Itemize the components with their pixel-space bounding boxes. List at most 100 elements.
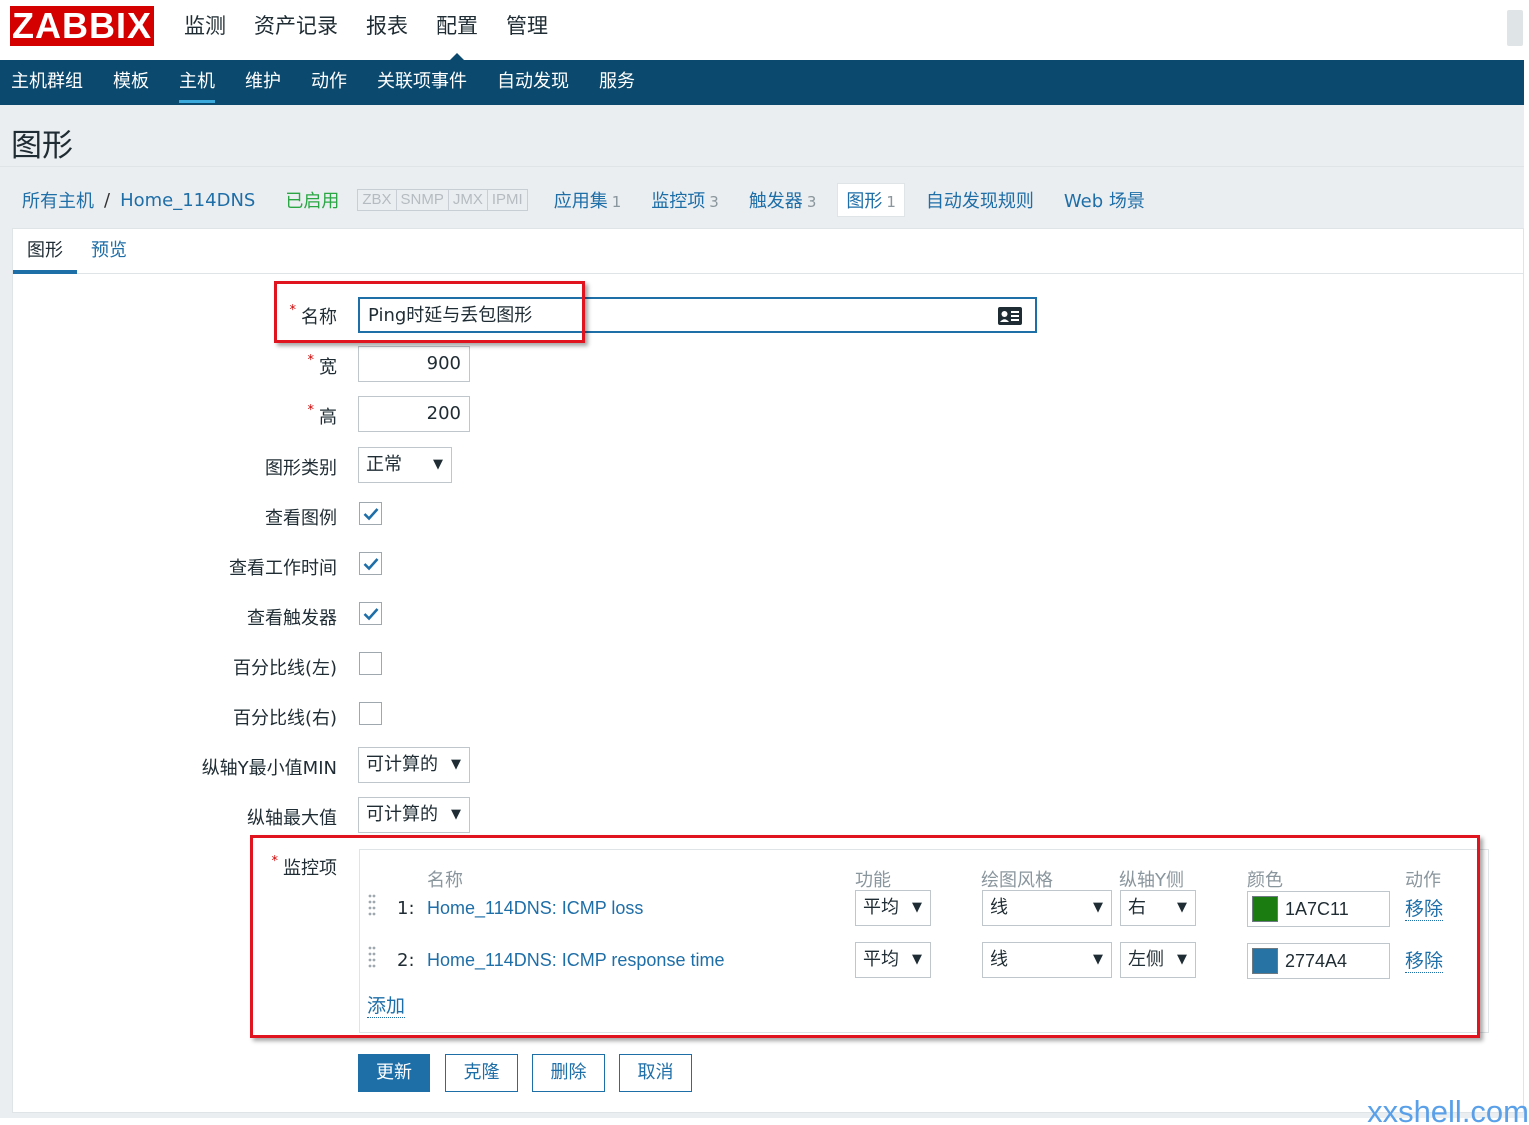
draw-style-select[interactable]: 线 ▼ xyxy=(982,890,1112,926)
cancel-button[interactable]: 取消 xyxy=(619,1054,692,1092)
dropdown-arrow-icon: ▼ xyxy=(433,457,443,472)
color-swatch[interactable] xyxy=(1252,948,1278,974)
width-input[interactable]: 900 xyxy=(358,346,470,382)
show-work-period-label: 查看工作时间 xyxy=(229,558,337,579)
host-link-graphs[interactable]: 图形 1 xyxy=(837,183,905,217)
drag-handle-icon[interactable] xyxy=(368,945,376,973)
function-select[interactable]: 平均 ▼ xyxy=(855,890,931,926)
delete-button[interactable]: 删除 xyxy=(532,1054,605,1092)
item-link-icmp-response-time[interactable]: Home_114DNS: ICMP response time xyxy=(427,950,724,971)
submenu-maintenance[interactable]: 维护 xyxy=(230,60,296,105)
scrollbar-thumb[interactable] xyxy=(1507,10,1523,46)
remove-link[interactable]: 移除 xyxy=(1405,950,1444,973)
ymax-select[interactable]: 可计算的 ▼ xyxy=(358,797,470,833)
checkmark-icon xyxy=(363,508,379,521)
show-legend-label: 查看图例 xyxy=(265,508,337,529)
availability-ipmi: IPMI xyxy=(491,191,523,208)
link-count: 1 xyxy=(886,193,896,211)
update-button[interactable]: 更新 xyxy=(358,1054,430,1092)
percentile-right-checkbox[interactable] xyxy=(359,702,382,725)
item-link-icmp-loss[interactable]: Home_114DNS: ICMP loss xyxy=(427,898,643,919)
header-draw-style: 绘图风格 xyxy=(981,870,1053,891)
graph-type-value: 正常 xyxy=(366,454,402,475)
height-label-text: 高 xyxy=(319,407,337,428)
clone-button[interactable]: 克隆 xyxy=(445,1054,518,1092)
link-label: 图形 xyxy=(846,191,883,212)
breadcrumb-all-hosts[interactable]: 所有主机 xyxy=(22,187,94,213)
menu-configuration[interactable]: 配置 xyxy=(422,0,492,61)
submenu-host-groups[interactable]: 主机群组 xyxy=(0,60,98,105)
percentile-left-checkbox[interactable] xyxy=(359,652,382,675)
host-status-badge[interactable]: 已启用 xyxy=(285,187,339,213)
id-card-icon[interactable] xyxy=(997,306,1023,326)
watermark: xxshell.com xyxy=(1367,1094,1529,1125)
page-title: 图形 xyxy=(11,128,73,164)
drag-handle-icon[interactable] xyxy=(368,893,376,921)
height-input[interactable]: 200 xyxy=(358,396,470,432)
tab-preview[interactable]: 预览 xyxy=(77,229,141,273)
menu-monitoring[interactable]: 监测 xyxy=(170,0,240,60)
function-select[interactable]: 平均 ▼ xyxy=(855,942,931,978)
dropdown-arrow-icon: ▼ xyxy=(451,757,461,772)
show-legend-checkbox[interactable] xyxy=(359,502,382,525)
availability-jmx: JMX xyxy=(449,190,488,210)
host-link-applications[interactable]: 应用集 1 xyxy=(554,187,622,213)
submenu-actions[interactable]: 动作 xyxy=(296,60,362,105)
color-swatch[interactable] xyxy=(1252,896,1278,922)
submenu-correlation[interactable]: 关联项事件 xyxy=(362,60,482,105)
header-y-axis-side: 纵轴Y侧 xyxy=(1119,870,1184,891)
dropdown-arrow-icon: ▼ xyxy=(1093,900,1103,915)
link-label: Web 场景 xyxy=(1063,191,1145,212)
checkmark-icon xyxy=(363,608,379,621)
host-link-web-scenarios[interactable]: Web 场景 xyxy=(1064,187,1145,213)
menu-inventory[interactable]: 资产记录 xyxy=(240,0,352,60)
graph-type-select[interactable]: 正常 ▼ xyxy=(358,447,452,483)
tab-graph[interactable]: 图形 xyxy=(13,229,77,274)
host-link-triggers[interactable]: 触发器 3 xyxy=(749,187,817,213)
items-label: * 监控项 xyxy=(272,854,338,880)
show-triggers-checkbox[interactable] xyxy=(359,602,382,625)
y-axis-side-select[interactable]: 右 ▼ xyxy=(1120,890,1196,926)
show-triggers-label: 查看触发器 xyxy=(247,608,337,629)
submenu-templates[interactable]: 模板 xyxy=(98,60,164,105)
dropdown-arrow-icon: ▼ xyxy=(1177,952,1187,967)
show-work-period-checkbox[interactable] xyxy=(359,552,382,575)
menu-reports[interactable]: 报表 xyxy=(352,0,422,60)
draw-style-select[interactable]: 线 ▼ xyxy=(982,942,1112,978)
name-label-text: 名称 xyxy=(301,307,337,328)
name-input[interactable]: Ping时延与丢包图形 xyxy=(358,297,1037,333)
link-count: 1 xyxy=(611,193,622,211)
host-link-discovery-rules[interactable]: 自动发现规则 xyxy=(926,187,1034,213)
zabbix-logo[interactable]: ZABBIX xyxy=(10,6,154,46)
y-axis-side-value: 左侧 xyxy=(1128,949,1164,970)
name-input-value: Ping时延与丢包图形 xyxy=(368,305,533,326)
color-picker[interactable]: 2774A4 xyxy=(1247,943,1390,979)
remove-link[interactable]: 移除 xyxy=(1405,898,1444,921)
host-link-items[interactable]: 监控项 3 xyxy=(651,187,719,213)
percentile-left-label: 百分比线(左) xyxy=(232,658,337,679)
submenu-hosts[interactable]: 主机 xyxy=(164,60,230,105)
row-number: 1: xyxy=(397,898,415,919)
submenu-services[interactable]: 服务 xyxy=(584,60,650,105)
color-picker[interactable]: 1A7C11 xyxy=(1247,891,1390,927)
divider xyxy=(0,166,1524,167)
function-value: 平均 xyxy=(863,897,899,918)
y-axis-side-select[interactable]: 左侧 ▼ xyxy=(1120,942,1196,978)
link-label: 触发器 xyxy=(748,191,803,212)
top-bar: ZABBIX 监测 资产记录 报表 配置 管理 xyxy=(0,0,1529,61)
height-label: * 高 xyxy=(308,403,338,429)
dropdown-arrow-icon: ▼ xyxy=(1093,952,1103,967)
availability-snmp: SNMP xyxy=(397,190,449,210)
draw-style-value: 线 xyxy=(990,949,1008,970)
submenu-discovery[interactable]: 自动发现 xyxy=(482,60,584,105)
ymin-select[interactable]: 可计算的 ▼ xyxy=(358,747,470,783)
dropdown-arrow-icon: ▼ xyxy=(451,807,461,822)
breadcrumb-host[interactable]: Home_114DNS xyxy=(120,190,255,211)
function-value: 平均 xyxy=(863,949,899,970)
header-color: 颜色 xyxy=(1247,870,1283,891)
color-hex: 2774A4 xyxy=(1285,951,1348,971)
menu-administration[interactable]: 管理 xyxy=(492,0,562,60)
add-item-link[interactable]: 添加 xyxy=(367,995,406,1018)
header-name: 名称 xyxy=(427,870,463,891)
items-label-text: 监控项 xyxy=(283,858,337,879)
